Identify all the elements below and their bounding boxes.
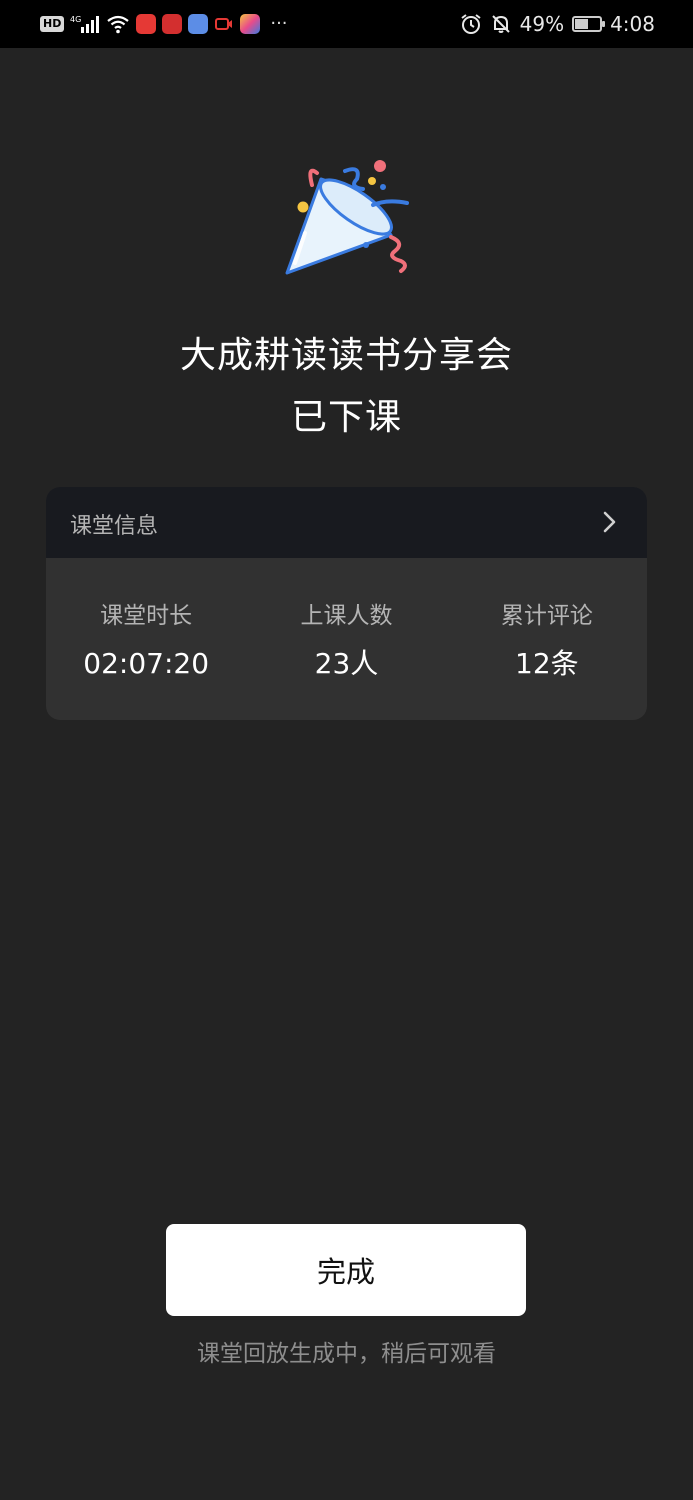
battery-level	[575, 19, 588, 29]
hd-icon: HD	[40, 16, 65, 32]
replay-hint: 课堂回放生成中，稍后可观看	[197, 1341, 496, 1367]
wifi-icon	[107, 15, 130, 34]
stat-value: 23人	[314, 647, 379, 680]
class-info-card: 课堂信息 课堂时长 02:07:20 上课人数 23人 累计评论 12条	[46, 487, 647, 720]
stat-label: 上课人数	[300, 603, 393, 629]
battery-percent: 49%	[519, 12, 565, 36]
status-bar-left: HD 4G ···	[40, 12, 288, 36]
status-bar-right: 49% 4:08	[460, 12, 655, 36]
clock: 4:08	[610, 12, 655, 36]
alarm-icon	[461, 14, 481, 34]
stat-label: 课堂时长	[100, 603, 193, 629]
chevron-right-icon	[603, 511, 616, 533]
battery-icon	[572, 16, 606, 32]
course-title: 大成耕读读书分享会	[179, 335, 513, 376]
photo-app-icon	[240, 14, 261, 34]
music-app-icon	[188, 14, 209, 34]
class-info-title: 课堂信息	[70, 514, 159, 539]
video-call-icon	[215, 18, 233, 30]
app-screen: HD 4G ··· 49% 4:08 大成耕读读书分享会 已下课 课堂信息 课堂…	[0, 0, 693, 1500]
mute-icon	[491, 15, 510, 33]
status-bar: HD 4G ··· 49% 4:08	[0, 0, 693, 48]
class-stats: 课堂时长 02:07:20 上课人数 23人 累计评论 12条	[46, 558, 647, 682]
signal-icon: 4G	[70, 15, 100, 33]
network-type: 4G	[70, 15, 81, 24]
stat-value: 12条	[515, 647, 579, 680]
news-app-icon	[162, 14, 183, 34]
stat-attendees: 上课人数 23人	[246, 600, 446, 682]
stat-value: 02:07:20	[83, 647, 210, 680]
class-status: 已下课	[290, 397, 402, 438]
done-button[interactable]: 完成	[166, 1224, 526, 1316]
stat-duration: 课堂时长 02:07:20	[46, 600, 246, 682]
app-notification-icon	[136, 14, 157, 34]
stat-comments: 累计评论 12条	[447, 600, 647, 682]
class-info-header[interactable]: 课堂信息	[46, 487, 647, 558]
stat-label: 累计评论	[500, 603, 593, 629]
party-popper-icon	[285, 160, 409, 275]
more-notifications-icon: ···	[270, 13, 288, 34]
